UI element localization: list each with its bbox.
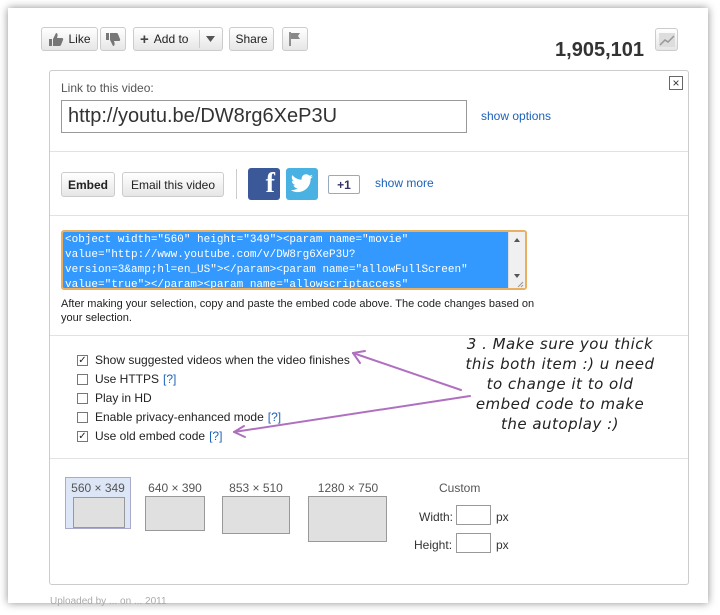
annotation-arrows — [233, 350, 471, 438]
arrowhead — [233, 431, 246, 438]
footer-cutoff-text: Uploaded by ... on ... 2011 — [50, 596, 167, 607]
arrow-line — [352, 352, 462, 391]
arrow-line — [233, 395, 471, 433]
arrowhead — [352, 350, 366, 354]
screenshot-frame: Like + Add to Share 1,905,101 Link to th… — [8, 8, 708, 607]
